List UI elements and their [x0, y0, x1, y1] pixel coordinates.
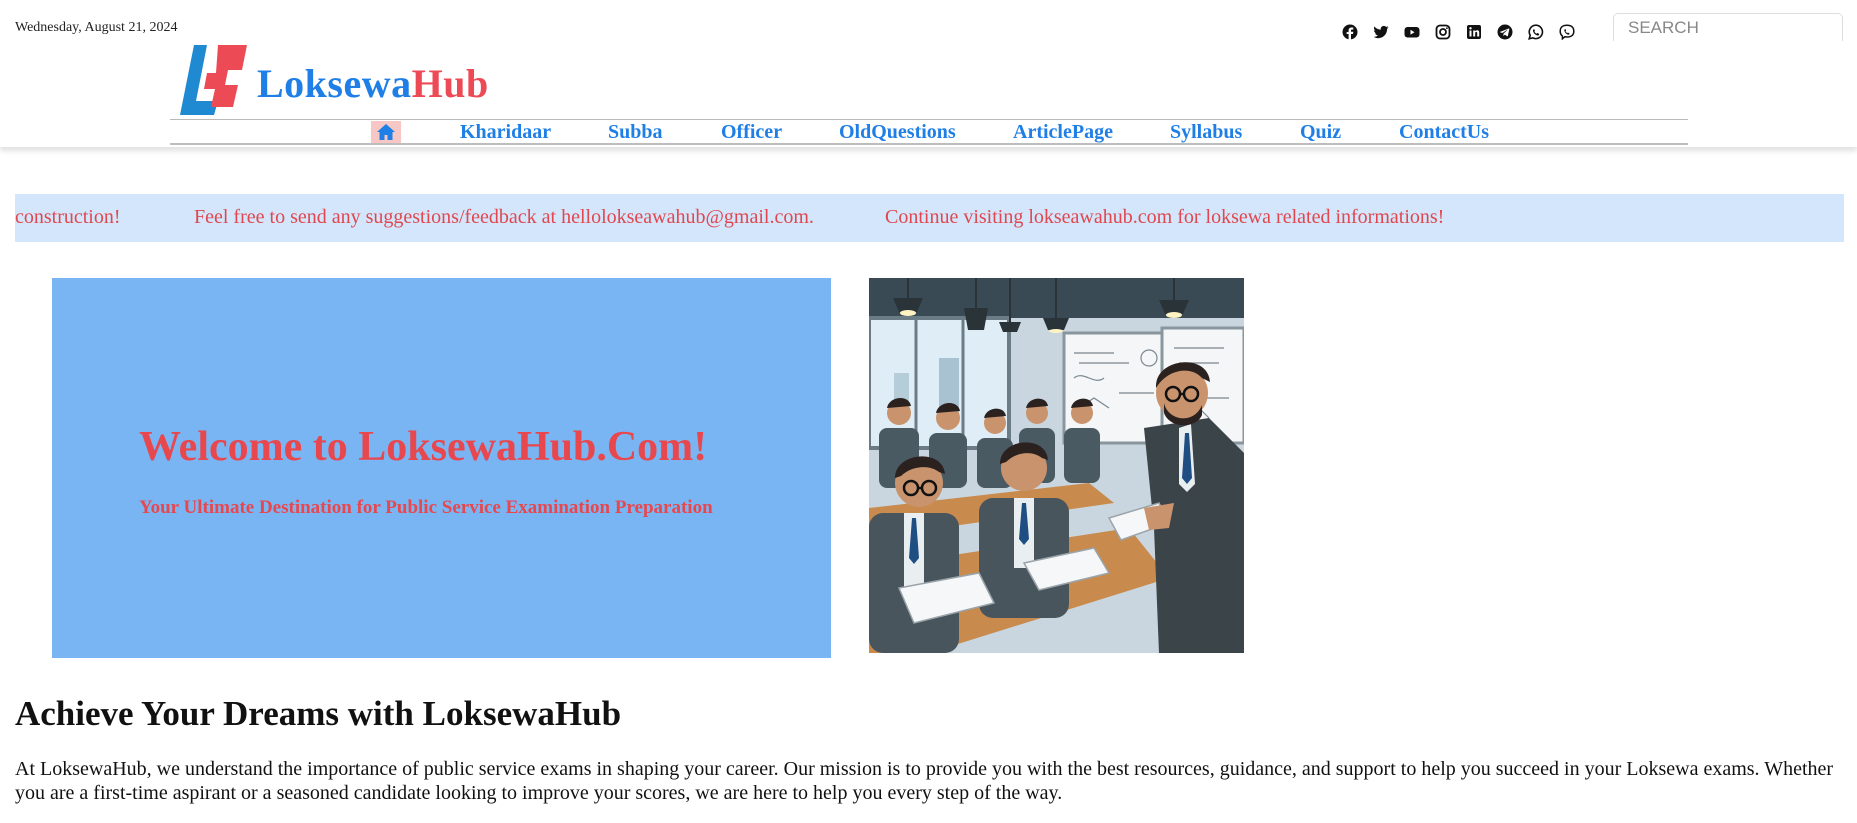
nav-item-quiz[interactable]: Quiz [1300, 121, 1341, 144]
linkedin-icon[interactable] [1463, 21, 1485, 43]
nav-item-officer[interactable]: Officer [721, 121, 782, 144]
ticker-message: Feel free to send any suggestions/feedba… [194, 206, 814, 228]
main-nav: Kharidaar Subba Officer OldQuestions Art… [0, 119, 1857, 145]
news-ticker: construction! Feel free to send any sugg… [15, 194, 1844, 242]
logo-mark-icon [180, 45, 247, 115]
section-paragraph: At LoksewaHub, we understand the importa… [15, 758, 1834, 804]
logo-text-loksewa: Loksewa [257, 60, 412, 106]
site-logo[interactable]: LoksewaHub [180, 45, 489, 115]
ticker-message: construction! [15, 206, 121, 228]
welcome-subtitle: Your Ultimate Destination for Public Ser… [139, 497, 713, 518]
facebook-icon[interactable] [1339, 21, 1361, 43]
home-icon[interactable] [371, 121, 401, 143]
top-bar: Wednesday, August 21, 2024 [0, 0, 1857, 43]
logo-text: LoksewaHub [257, 60, 489, 107]
nav-item-oldquestions[interactable]: OldQuestions [839, 121, 956, 144]
section-title: Achieve Your Dreams with LoksewaHub [15, 694, 622, 733]
nav-item-subba[interactable]: Subba [608, 121, 663, 144]
twitter-icon[interactable] [1370, 21, 1392, 43]
instagram-icon[interactable] [1432, 21, 1454, 43]
search-input[interactable] [1613, 13, 1843, 41]
current-date: Wednesday, August 21, 2024 [15, 20, 178, 35]
nav-item-kharidaar[interactable]: Kharidaar [460, 121, 551, 144]
whatsapp-icon[interactable] [1525, 21, 1547, 43]
nav-item-syllabus[interactable]: Syllabus [1170, 121, 1242, 144]
ticker-message: Continue visiting lokseawahub.com for lo… [885, 206, 1445, 228]
welcome-banner: Welcome to LoksewaHub.Com! Your Ultimate… [52, 278, 831, 658]
welcome-title: Welcome to LoksewaHub.Com! [139, 424, 708, 470]
nav-item-articlepage[interactable]: ArticlePage [1013, 121, 1113, 144]
youtube-icon[interactable] [1401, 21, 1423, 43]
social-links [1339, 21, 1578, 43]
nav-item-contactus[interactable]: ContactUs [1399, 121, 1489, 144]
classroom-illustration [869, 278, 1244, 653]
logo-text-hub: Hub [411, 60, 489, 106]
viber-icon[interactable] [1556, 21, 1578, 43]
telegram-icon[interactable] [1494, 21, 1516, 43]
